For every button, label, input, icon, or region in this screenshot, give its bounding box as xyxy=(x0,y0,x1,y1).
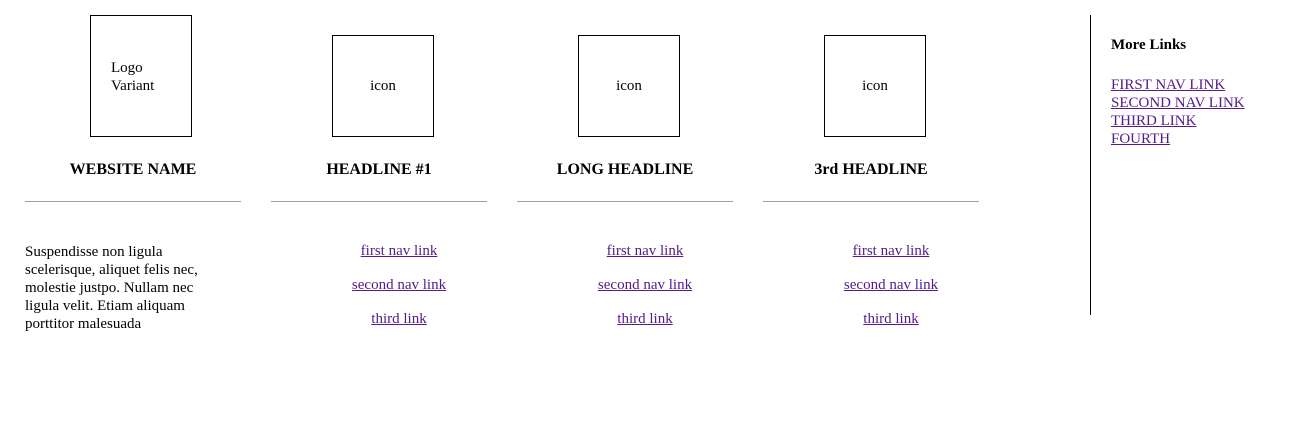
icon-label: icon xyxy=(862,78,888,94)
more-links-list: FIRST NAV LINK SECOND NAV LINK THIRD LIN… xyxy=(1111,76,1301,148)
more-links-item: FOURTH xyxy=(1111,130,1301,148)
more-link-fourth[interactable]: FOURTH xyxy=(1111,131,1170,147)
nav-list-item: first nav link xyxy=(271,242,527,276)
nav-link-second[interactable]: second nav link xyxy=(598,277,692,293)
website-name: WEBSITE NAME xyxy=(69,161,197,178)
nav-link-second[interactable]: second nav link xyxy=(352,277,446,293)
column-headline: LONG HEADLINE xyxy=(556,161,694,178)
divider xyxy=(763,201,979,202)
nav-list-item: third link xyxy=(517,310,773,344)
more-links-item: THIRD LINK xyxy=(1111,112,1301,130)
logo-label: Logo Variant xyxy=(111,60,155,94)
divider xyxy=(271,201,487,202)
nav-list-item: third link xyxy=(763,310,1019,344)
more-links-title: More Links xyxy=(1111,37,1187,53)
placeholder-icon: icon xyxy=(824,35,926,137)
nav-list-item: second nav link xyxy=(763,276,1019,310)
more-link-second[interactable]: SECOND NAV LINK xyxy=(1111,95,1245,111)
nav-list-item: third link xyxy=(271,310,527,344)
more-link-first[interactable]: FIRST NAV LINK xyxy=(1111,77,1225,93)
column-headline: 3rd HEADLINE xyxy=(814,161,928,178)
placeholder-icon: icon xyxy=(578,35,680,137)
icon-label: icon xyxy=(616,78,642,94)
more-links-panel: More Links FIRST NAV LINK SECOND NAV LIN… xyxy=(1111,36,1301,148)
divider xyxy=(517,201,733,202)
brand-description: Suspendisse non ligula scelerisque, aliq… xyxy=(25,244,198,332)
nav-list-item: second nav link xyxy=(271,276,527,310)
nav-link-first[interactable]: first nav link xyxy=(853,243,930,259)
nav-list: first nav link second nav link third lin… xyxy=(763,242,1019,344)
nav-link-first[interactable]: first nav link xyxy=(361,243,438,259)
vertical-divider xyxy=(1090,15,1091,315)
nav-link-third[interactable]: third link xyxy=(371,311,426,327)
nav-list: first nav link second nav link third lin… xyxy=(517,242,773,344)
nav-link-third[interactable]: third link xyxy=(617,311,672,327)
nav-list-item: second nav link xyxy=(517,276,773,310)
nav-list-item: first nav link xyxy=(763,242,1019,276)
icon-label: icon xyxy=(370,78,396,94)
nav-link-third[interactable]: third link xyxy=(863,311,918,327)
divider xyxy=(25,201,241,202)
nav-link-first[interactable]: first nav link xyxy=(607,243,684,259)
placeholder-icon: icon xyxy=(332,35,434,137)
more-link-third[interactable]: THIRD LINK xyxy=(1111,113,1196,129)
nav-list-item: first nav link xyxy=(517,242,773,276)
more-links-item: SECOND NAV LINK xyxy=(1111,94,1301,112)
logo-box: Logo Variant xyxy=(90,15,192,137)
more-links-item: FIRST NAV LINK xyxy=(1111,76,1301,94)
column-headline: HEADLINE #1 xyxy=(326,161,432,178)
nav-list: first nav link second nav link third lin… xyxy=(271,242,527,344)
nav-link-second[interactable]: second nav link xyxy=(844,277,938,293)
